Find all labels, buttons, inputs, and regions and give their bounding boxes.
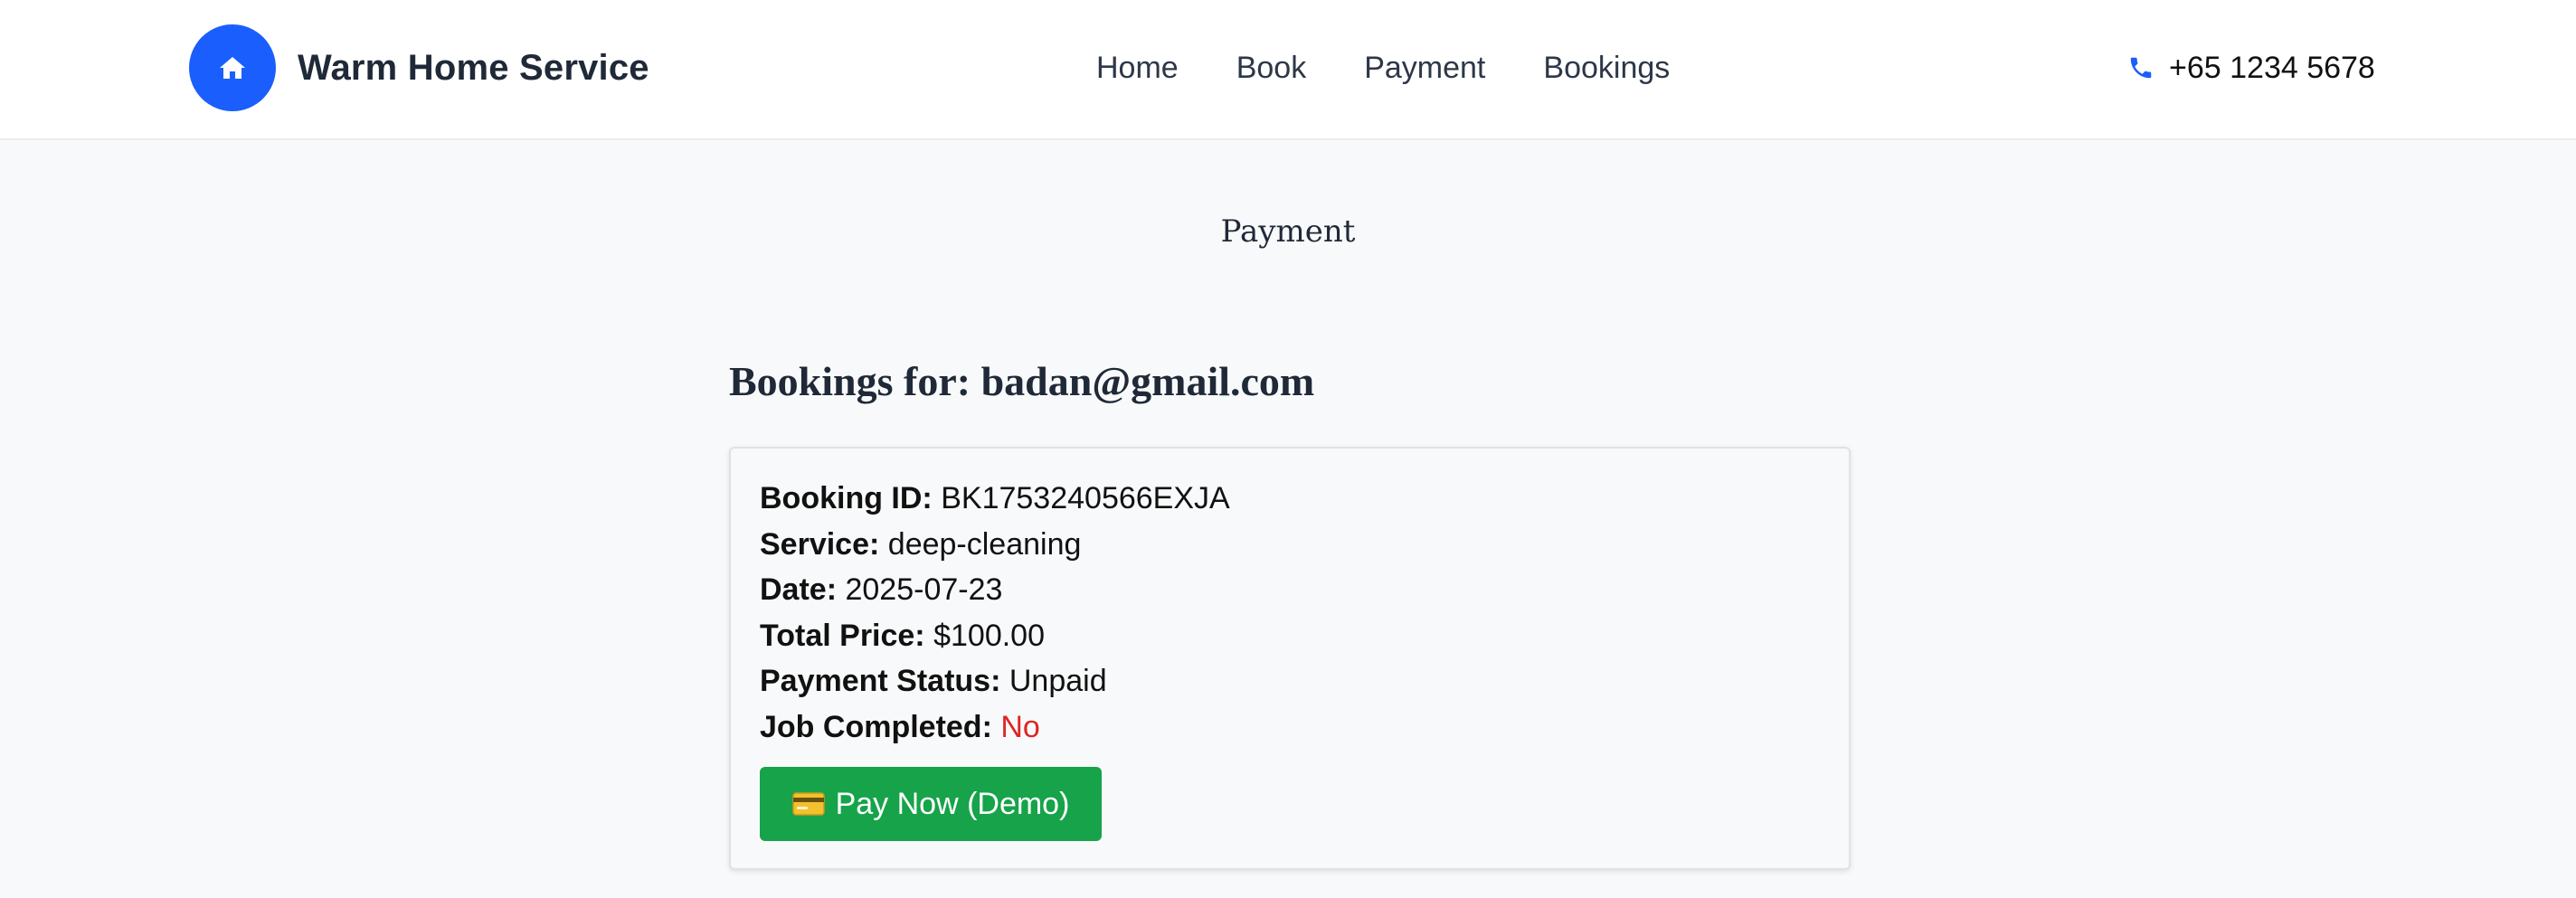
total-price-row: Total Price: $100.00 [760,613,1820,659]
payment-status-label: Payment Status: [760,664,1001,698]
main-nav: Home Book Payment Bookings [1096,43,1670,92]
booking-id-label: Booking ID: [760,481,933,515]
payment-status-value: Unpaid [1009,664,1107,698]
phone-contact[interactable]: +65 1234 5678 [2127,43,2375,92]
phone-number: +65 1234 5678 [2169,50,2375,85]
date-row: Date: 2025-07-23 [760,567,1820,613]
nav-bookings[interactable]: Bookings [1543,51,1670,86]
payment-status-row: Payment Status: Unpaid [760,658,1820,704]
pay-now-label: Pay Now (Demo) [835,786,1070,821]
site-header: Warm Home Service Home Book Payment Book… [0,0,2576,140]
brand-name: Warm Home Service [298,47,649,88]
page-title: Payment [1220,213,1356,250]
job-completed-label: Job Completed: [760,709,992,744]
booking-card: Booking ID: BK1753240566EXJA Service: de… [729,447,1851,870]
service-value: deep-cleaning [887,526,1082,562]
job-completed-value: No [1000,709,1040,744]
date-label: Date: [760,572,838,607]
nav-home[interactable]: Home [1096,51,1179,86]
booking-id-row: Booking ID: BK1753240566EXJA [760,476,1820,522]
total-price-value: $100.00 [933,618,1045,653]
total-price-label: Total Price: [760,618,925,653]
credit-card-icon [791,791,825,817]
date-value: 2025-07-23 [845,572,1003,607]
nav-book[interactable]: Book [1236,51,1307,86]
service-label: Service: [760,526,880,562]
brand[interactable]: Warm Home Service [189,24,649,111]
job-completed-row: Job Completed: No [760,704,1820,751]
bookings-title: Bookings for: badan@gmail.com [729,358,1315,404]
home-icon [189,24,276,111]
booking-id-value: BK1753240566EXJA [941,481,1230,515]
pay-now-button[interactable]: Pay Now (Demo) [760,767,1102,841]
service-row: Service: deep-cleaning [760,522,1820,568]
phone-icon [2127,54,2155,81]
nav-payment[interactable]: Payment [1364,51,1485,86]
